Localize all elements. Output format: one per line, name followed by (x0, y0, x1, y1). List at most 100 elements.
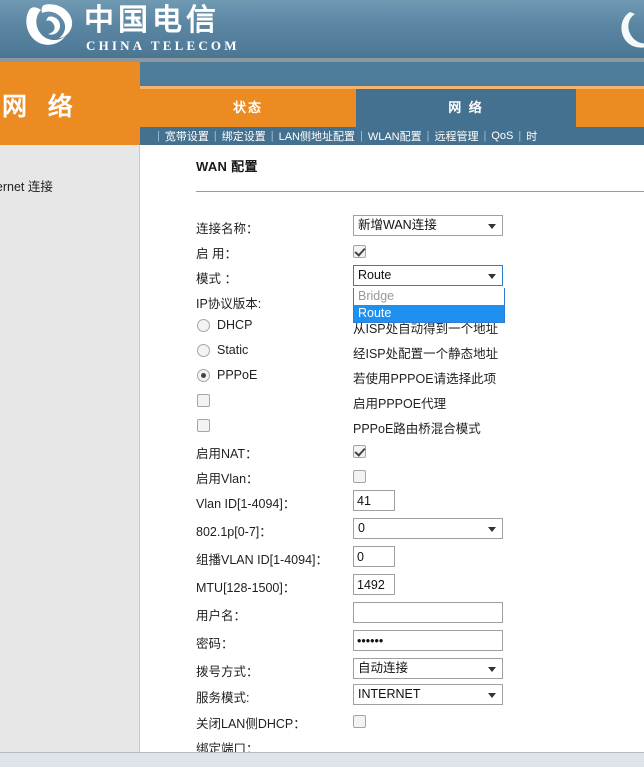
row-pppoe-mix: PPPoE路由桥混合模式 (148, 415, 644, 440)
bottom-status-strip (0, 752, 644, 767)
field-service-mode[interactable]: INTERNET (353, 684, 503, 705)
row-vlan-enable: 启用Vlan： (148, 465, 644, 490)
field-dial-mode[interactable]: 自动连接 (353, 658, 503, 679)
chevron-down-icon (488, 224, 496, 229)
subnav-separator: | (359, 130, 363, 142)
select-connection-name-value: 新增WAN连接 (358, 218, 437, 232)
tab-status[interactable]: 状态 (140, 89, 356, 127)
field-connection-name[interactable]: 新增WAN连接 (353, 215, 503, 236)
input-password[interactable] (353, 630, 503, 651)
telecom-mark-icon-secondary (616, 6, 644, 52)
field-enable[interactable] (353, 244, 366, 259)
desc-pppoe-proxy: 启用PPPOE代理 (353, 397, 447, 411)
field-mode[interactable]: Route (353, 265, 503, 286)
field-vlan-enable[interactable] (353, 469, 366, 484)
page-section-title: 网 络 (2, 92, 79, 121)
label-nat: 启用NAT： (196, 447, 258, 461)
dropdown-option-bridge[interactable]: Bridge (354, 288, 504, 305)
checkbox-enable[interactable] (353, 245, 366, 259)
field-disable-lan-dhcp[interactable] (353, 714, 366, 729)
field-mtu[interactable] (353, 574, 395, 595)
brand-name-cn: 中国电信 (84, 3, 220, 38)
row-dial-mode: 拨号方式： 自动连接 (148, 658, 644, 684)
radio-dhcp[interactable] (197, 319, 210, 332)
subnav-separator: | (518, 130, 522, 142)
primary-tabs: 状态 网 络 (140, 89, 644, 127)
radio-static[interactable] (197, 344, 210, 357)
checkbox-pppoe-mix[interactable] (197, 419, 210, 432)
bottom-white-gap (425, 745, 644, 752)
input-mtu[interactable] (353, 574, 395, 595)
row-disable-lan-dhcp: 关闭LAN侧DHCP： (148, 710, 644, 735)
checkbox-vlan-enable[interactable] (353, 470, 366, 484)
input-vlan-id[interactable] (353, 490, 395, 511)
chevron-down-icon (488, 527, 496, 532)
label-service-mode: 服务模式: (196, 691, 250, 705)
input-username[interactable] (353, 602, 503, 623)
checkbox-disable-lan-dhcp[interactable] (353, 715, 366, 729)
field-multicast-vlan-id[interactable] (353, 546, 395, 567)
row-username: 用户名： (148, 602, 644, 630)
select-mode[interactable]: Route (353, 265, 503, 286)
sidebar: Internet 连接 (0, 145, 140, 752)
title-divider (196, 191, 644, 192)
label-username: 用户名： (196, 609, 247, 623)
label-password: 密码： (196, 637, 234, 651)
row-vlan-id: Vlan ID[1-4094]： (148, 490, 644, 518)
row-service-mode: 服务模式: INTERNET (148, 684, 644, 710)
select-8021p[interactable]: 0 (353, 518, 503, 539)
site-header: 中国电信 CHINA TELECOM (0, 0, 644, 62)
desc-static: 经ISP处配置一个静态地址 (353, 347, 499, 361)
subnav-item-wlan[interactable]: WLAN配置 (368, 128, 422, 144)
field-vlan-id[interactable] (353, 490, 395, 511)
row-mode: 模式 ： Route (148, 265, 644, 290)
subnav-separator: | (270, 130, 274, 142)
subnav-item-remote-management[interactable]: 远程管理 (434, 128, 478, 144)
label-vlan-id: Vlan ID[1-4094]： (196, 497, 296, 511)
label-8021p: 802.1p[0-7]： (196, 525, 272, 539)
checkbox-pppoe-proxy[interactable] (197, 394, 210, 407)
telecom-mark-icon (22, 3, 78, 55)
select-dial-mode[interactable]: 自动连接 (353, 658, 503, 679)
row-nat: 启用NAT： (148, 440, 644, 465)
select-connection-name[interactable]: 新增WAN连接 (353, 215, 503, 236)
subnav-item-time[interactable]: 时 (526, 128, 537, 144)
page-title: WAN 配置 (196, 159, 258, 174)
dropdown-mode-options[interactable]: Bridge Route (353, 288, 505, 323)
row-static: Static 经ISP处配置一个静态地址 (148, 340, 644, 365)
subnav-item-broadband[interactable]: 宽带设置 (165, 128, 209, 144)
label-mtu: MTU[128-1500]： (196, 581, 296, 595)
row-pppoe: PPPoE 若使用PPPOE请选择此项 (148, 365, 644, 390)
label-vlan-enable: 启用Vlan： (196, 472, 259, 486)
desc-pppoe-mix: PPPoE路由桥混合模式 (353, 422, 481, 436)
checkbox-nat[interactable] (353, 445, 366, 459)
field-username[interactable] (353, 602, 503, 623)
subnav-item-binding[interactable]: 绑定设置 (222, 128, 266, 144)
brand-name-en: CHINA TELECOM (86, 38, 240, 53)
nav-top-strip (140, 62, 644, 86)
subnav-separator: | (426, 130, 430, 142)
select-service-mode[interactable]: INTERNET (353, 684, 503, 705)
subnav-item-lan-address[interactable]: LAN侧地址配置 (279, 128, 355, 144)
tab-network[interactable]: 网 络 (356, 89, 576, 127)
field-8021p[interactable]: 0 (353, 518, 503, 539)
desc-pppoe: 若使用PPPOE请选择此项 (353, 372, 497, 386)
input-multicast-vlan-id[interactable] (353, 546, 395, 567)
radio-pppoe[interactable] (197, 369, 210, 382)
row-mtu: MTU[128-1500]： (148, 574, 644, 602)
subnav-item-qos[interactable]: QoS (491, 130, 513, 142)
select-dial-mode-value: 自动连接 (358, 661, 409, 675)
label-enable: 启 用： (196, 247, 237, 261)
field-nat[interactable] (353, 444, 366, 459)
secondary-nav: | 宽带设置 | 绑定设置 | LAN侧地址配置 | WLAN配置 | 远程管理… (140, 127, 644, 145)
content-gutter (141, 145, 148, 752)
tab-filler (576, 89, 644, 127)
dropdown-option-route[interactable]: Route (354, 305, 504, 322)
field-password[interactable] (353, 630, 503, 651)
label-multicast-vlan-id: 组播VLAN ID[1-4094]： (196, 553, 328, 567)
label-pppoe: PPPoE (217, 368, 258, 382)
row-8021p: 802.1p[0-7]： 0 (148, 518, 644, 546)
main-content: WAN 配置 连接名称： 新增WAN连接 启 用： 模式 ： Route IP协… (148, 145, 644, 752)
sidebar-item-internet-connection[interactable]: Internet 连接 (0, 176, 53, 195)
china-telecom-logo: 中国电信 CHINA TELECOM (22, 2, 240, 58)
